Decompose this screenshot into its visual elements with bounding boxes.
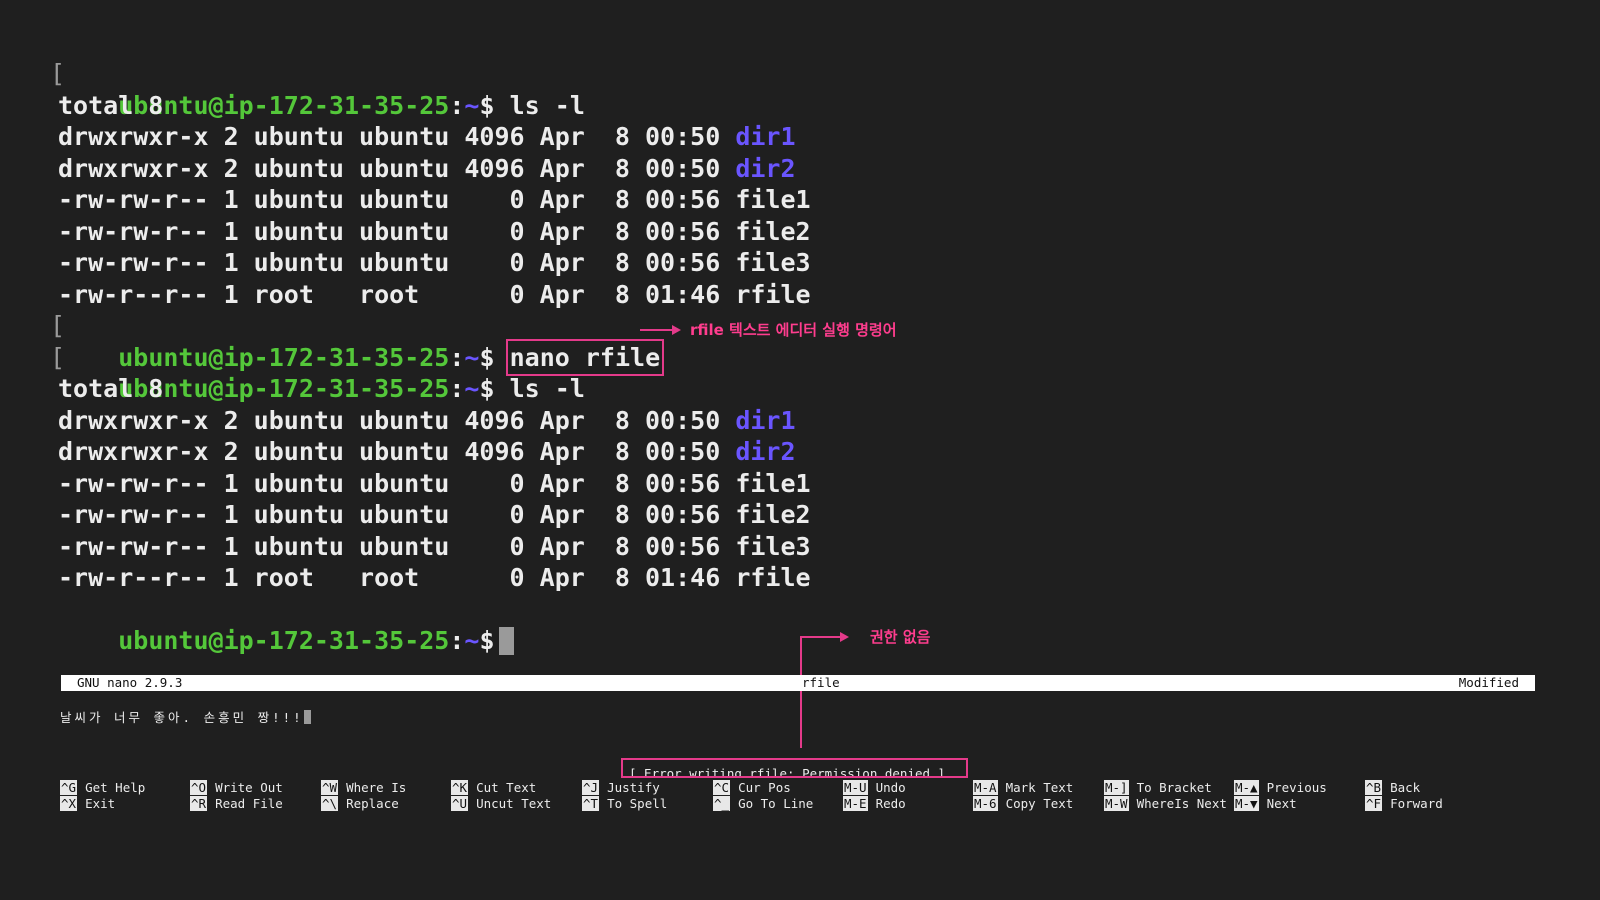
listing-row: -rw-rw-r-- 1 ubuntu ubuntu 0 Apr 8 00:56… [58, 500, 811, 529]
shortcut-to-spell[interactable]: ^T To Spell [582, 796, 667, 812]
nano-status-message: [ Error writing rfile: Permission denied… [621, 758, 968, 778]
file-name: file1 [735, 185, 811, 214]
dir-name: dir2 [735, 437, 796, 466]
listing-row: drwxrwxr-x 2 ubuntu ubuntu 4096 Apr 8 00… [58, 437, 796, 466]
shortcut-justify[interactable]: ^J Justify [582, 780, 660, 796]
shortcut-write-out[interactable]: ^O Write Out [190, 780, 283, 796]
listing-total: total 8 [58, 374, 164, 403]
nano-buffer-line[interactable]: 날씨가 너무 좋아. 손흥민 짱!!! [60, 707, 311, 726]
nano-modified-state: Modified [1458, 675, 1519, 690]
annotation-arrowhead [672, 325, 681, 335]
nano-filename: rfile [802, 675, 840, 690]
shortcut-copy-text[interactable]: M-6 Copy Text [973, 796, 1073, 812]
shortcut-get-help[interactable]: ^G Get Help [60, 780, 145, 796]
dir-name: dir1 [735, 122, 796, 151]
dir-name: dir2 [735, 153, 796, 183]
shortcut-redo[interactable]: M-E Redo [843, 796, 906, 812]
shortcut-whereis-next[interactable]: M-W WhereIs Next [1104, 796, 1227, 812]
shortcut-where-is[interactable]: ^W Where Is [321, 780, 406, 796]
file-name: file2 [735, 216, 811, 246]
listing-row: -rw-rw-r-- 1 ubuntu ubuntu 0 Apr 8 00:56… [58, 185, 811, 214]
annotation-permission-note: 권한 없음 [870, 628, 931, 646]
shortcut-undo[interactable]: M-U Undo [843, 780, 906, 796]
file-name: file3 [735, 248, 811, 277]
listing-row: -rw-rw-r-- 1 ubuntu ubuntu 0 Apr 8 00:56… [58, 468, 811, 498]
nano-version: GNU nano 2.9.3 [77, 675, 183, 690]
dir-name: dir1 [735, 405, 796, 435]
prompt-bracket: [ [50, 311, 66, 340]
file-name: file3 [735, 531, 811, 561]
file-name: rfile [735, 279, 811, 309]
annotation-arrow-line [800, 636, 840, 638]
nano-title-bar: GNU nano 2.9.3 rfile Modified [61, 675, 1535, 691]
listing-row: drwxrwxr-x 2 ubuntu ubuntu 4096 Apr 8 00… [58, 153, 796, 183]
file-name: file1 [735, 468, 811, 498]
shortcut-read-file[interactable]: ^R Read File [190, 796, 283, 812]
shortcut-forward[interactable]: ^F Forward [1365, 796, 1443, 812]
shortcut-to-bracket[interactable]: M-] To Bracket [1104, 780, 1212, 796]
shortcut-back[interactable]: ^B Back [1365, 780, 1420, 796]
file-name: rfile [735, 563, 811, 592]
shortcut-next[interactable]: M-▼ Next [1234, 796, 1297, 812]
annotation-arrow-line [640, 329, 672, 331]
prompt-line: [ubuntu@ip-172-31-35-25:~$ ls -l [50, 59, 585, 120]
shortcut-cut-text[interactable]: ^K Cut Text [451, 780, 536, 796]
shortcut-mark-text[interactable]: M-A Mark Text [973, 780, 1073, 796]
prompt-line: [ubuntu@ip-172-31-35-25:~$ ls -l [50, 342, 585, 404]
shortcut-previous[interactable]: M-▲ Previous [1234, 780, 1327, 796]
listing-row: drwxrwxr-x 2 ubuntu ubuntu 4096 Apr 8 00… [58, 122, 796, 151]
prompt-bracket: [ [50, 59, 66, 88]
shortcut-uncut-text[interactable]: ^U Uncut Text [451, 796, 551, 812]
shortcut-cur-pos[interactable]: ^C Cur Pos [713, 780, 791, 796]
prompt-bracket: [ [50, 342, 66, 372]
listing-row: -rw-r--r-- 1 root root 0 Apr 8 01:46 rfi… [58, 563, 811, 592]
shortcut-exit[interactable]: ^X Exit [60, 796, 115, 812]
annotation-nano-note: rfile 텍스트 에디터 실행 명령어 [690, 321, 897, 339]
active-prompt-line[interactable]: ubuntu@ip-172-31-35-25:~$ [58, 594, 811, 655]
listing-row: drwxrwxr-x 2 ubuntu ubuntu 4096 Apr 8 00… [58, 405, 796, 435]
status-error-text: [ Error writing rfile: Permission denied… [629, 766, 946, 778]
shortcut-replace[interactable]: ^\ Replace [321, 796, 399, 812]
prompt-user: ubuntu@ip-172-31-35-25 [118, 626, 450, 655]
listing-row: -rw-r--r-- 1 root root 0 Apr 8 01:46 rfi… [58, 279, 811, 309]
shortcut-go-to-line[interactable]: ^_ Go To Line [713, 796, 813, 812]
nano-cursor [303, 710, 311, 724]
terminal-cursor[interactable] [498, 627, 514, 655]
listing-row: -rw-rw-r-- 1 ubuntu ubuntu 0 Apr 8 00:56… [58, 248, 811, 277]
annotation-arrowhead [840, 632, 849, 642]
listing-row: -rw-rw-r-- 1 ubuntu ubuntu 0 Apr 8 00:56… [58, 216, 811, 246]
listing-row: -rw-rw-r-- 1 ubuntu ubuntu 0 Apr 8 00:56… [58, 531, 811, 561]
prompt-path: ~ [464, 626, 480, 655]
file-name: file2 [735, 500, 811, 529]
listing-total: total 8 [58, 90, 164, 120]
annotation-arrow-line [800, 636, 802, 748]
terminal-output: [ubuntu@ip-172-31-35-25:~$ ls -l total 8… [50, 58, 811, 655]
